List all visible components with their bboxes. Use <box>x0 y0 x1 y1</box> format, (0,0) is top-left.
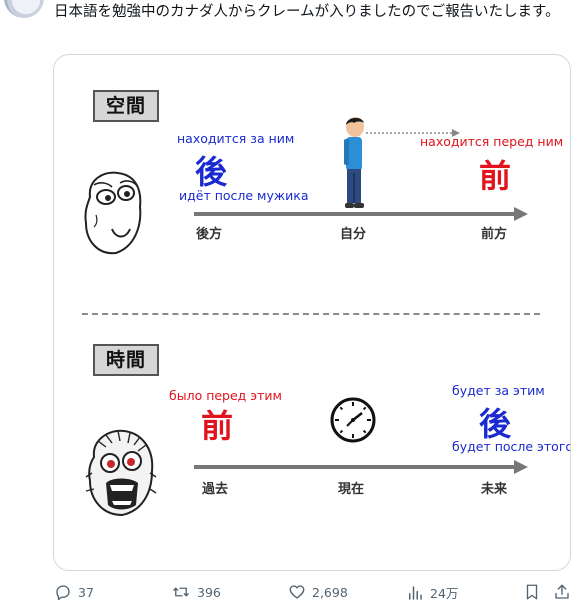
behind-label-bottom: идёт после мужика <box>179 188 309 203</box>
time-axis-arrowhead <box>514 460 528 474</box>
future-label-bottom: будет после этого <box>452 439 571 454</box>
bookmark-button[interactable] <box>523 583 541 601</box>
reply-button[interactable]: 37 <box>54 583 94 601</box>
clock-icon <box>330 397 376 443</box>
behind-label-top: находится за ним <box>177 131 295 146</box>
space-axis-label-front: 前方 <box>481 227 508 242</box>
post-image[interactable]: 空間 находится за ним 後 идёт после мужика … <box>53 54 571 571</box>
view-count: 24万 <box>430 586 459 601</box>
views-button[interactable]: 24万 <box>406 583 458 602</box>
repost-count: 396 <box>197 584 221 600</box>
time-axis-label-present: 現在 <box>338 482 365 497</box>
repost-button[interactable]: 396 <box>171 583 221 601</box>
smiling-face-illustration <box>84 171 142 255</box>
like-count: 2,698 <box>312 584 348 600</box>
avatar[interactable] <box>4 0 44 18</box>
repost-icon <box>173 587 189 597</box>
like-button[interactable]: 2,698 <box>288 583 348 601</box>
time-axis-label-past: 過去 <box>202 482 229 497</box>
future-label-top: будет за этим <box>452 383 545 398</box>
space-axis-label-self: 自分 <box>340 227 367 242</box>
angry-face-illustration <box>85 429 157 517</box>
reply-icon <box>56 585 70 601</box>
reply-count: 37 <box>78 584 94 600</box>
standing-man-illustration <box>344 117 364 208</box>
past-kanji: 前 <box>201 407 234 445</box>
post-text: 日本語を勉強中のカナダ人からクレームが入りましたのでご報告いたします。 <box>54 4 560 20</box>
bookmark-icon <box>526 584 538 600</box>
section-divider <box>82 313 540 315</box>
share-button[interactable] <box>553 583 571 601</box>
time-axis-label-future: 未来 <box>481 482 508 497</box>
space-section-title: 空間 <box>93 90 159 122</box>
views-chart-icon <box>409 585 422 600</box>
space-axis <box>194 212 516 216</box>
action-bar: 37 396 2,698 24万 <box>0 583 585 607</box>
share-icon <box>555 584 569 599</box>
time-axis <box>194 465 516 469</box>
heart-icon <box>289 585 305 599</box>
gaze-arrow <box>366 129 460 137</box>
behind-kanji: 後 <box>195 153 228 191</box>
space-axis-label-behind: 後方 <box>196 227 223 242</box>
time-section-title: 時間 <box>93 344 159 376</box>
front-kanji: 前 <box>479 157 512 195</box>
space-axis-arrowhead <box>514 207 528 221</box>
